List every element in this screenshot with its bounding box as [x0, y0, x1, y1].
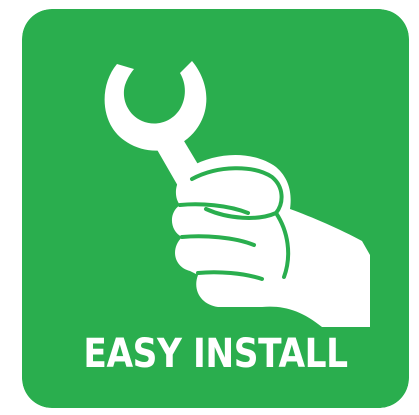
badge-label: EASY INSTALL — [83, 331, 348, 377]
easy-install-badge: EASY INSTALL — [22, 9, 409, 408]
